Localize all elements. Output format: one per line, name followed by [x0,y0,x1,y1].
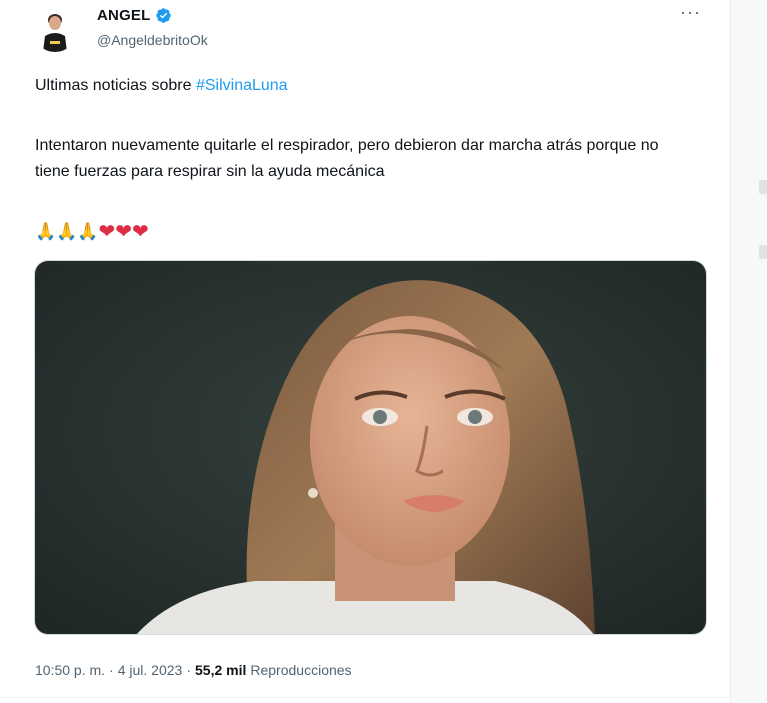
tweet-date[interactable]: 4 jul. 2023 [118,662,183,678]
hashtag-link[interactable]: #SilvinaLuna [196,77,288,94]
pray-emoji-icon: 🙏 [77,221,99,241]
portrait-photo [35,261,706,634]
intro-text: Ultimas noticias sobre [35,77,196,94]
panel-edge [759,180,767,194]
meta-separator: · [109,662,114,678]
panel-edge [759,245,767,259]
tweet-photo[interactable] [34,260,707,635]
heart-emoji-icon: ❤ [115,221,133,243]
verified-badge-icon [155,8,171,23]
tweet-card: ANGEL @AngeldebritoOk ··· Ultimas notici… [0,0,730,703]
heart-emoji-icon: ❤ [98,221,116,243]
meta-separator: · [186,662,191,678]
more-options-icon[interactable]: ··· [680,2,701,23]
author-handle[interactable]: @AngeldebritoOk [97,32,208,48]
pray-emoji-icon: 🙏 [35,221,57,241]
views-label: Reproducciones [250,662,352,678]
emoji-row: 🙏 🙏 🙏 ❤ ❤ ❤ [35,219,149,244]
author-name[interactable]: ANGEL [97,7,151,24]
tweet-metadata: 10:50 p. m. · 4 jul. 2023 · 55,2 mil Rep… [35,662,352,678]
divider [0,697,730,698]
tweet-time[interactable]: 10:50 p. m. [35,662,105,678]
tweet-body: Intentaron nuevamente quitarle el respir… [35,137,659,180]
tweet-intro-line: Ultimas noticias sobre #SilvinaLuna [35,77,288,95]
avatar[interactable] [33,8,77,52]
views-count: 55,2 mil [195,662,247,678]
heart-emoji-icon: ❤ [132,221,149,243]
pray-emoji-icon: 🙏 [56,221,78,241]
avatar-image [33,8,77,52]
adjacent-panel [731,0,767,703]
